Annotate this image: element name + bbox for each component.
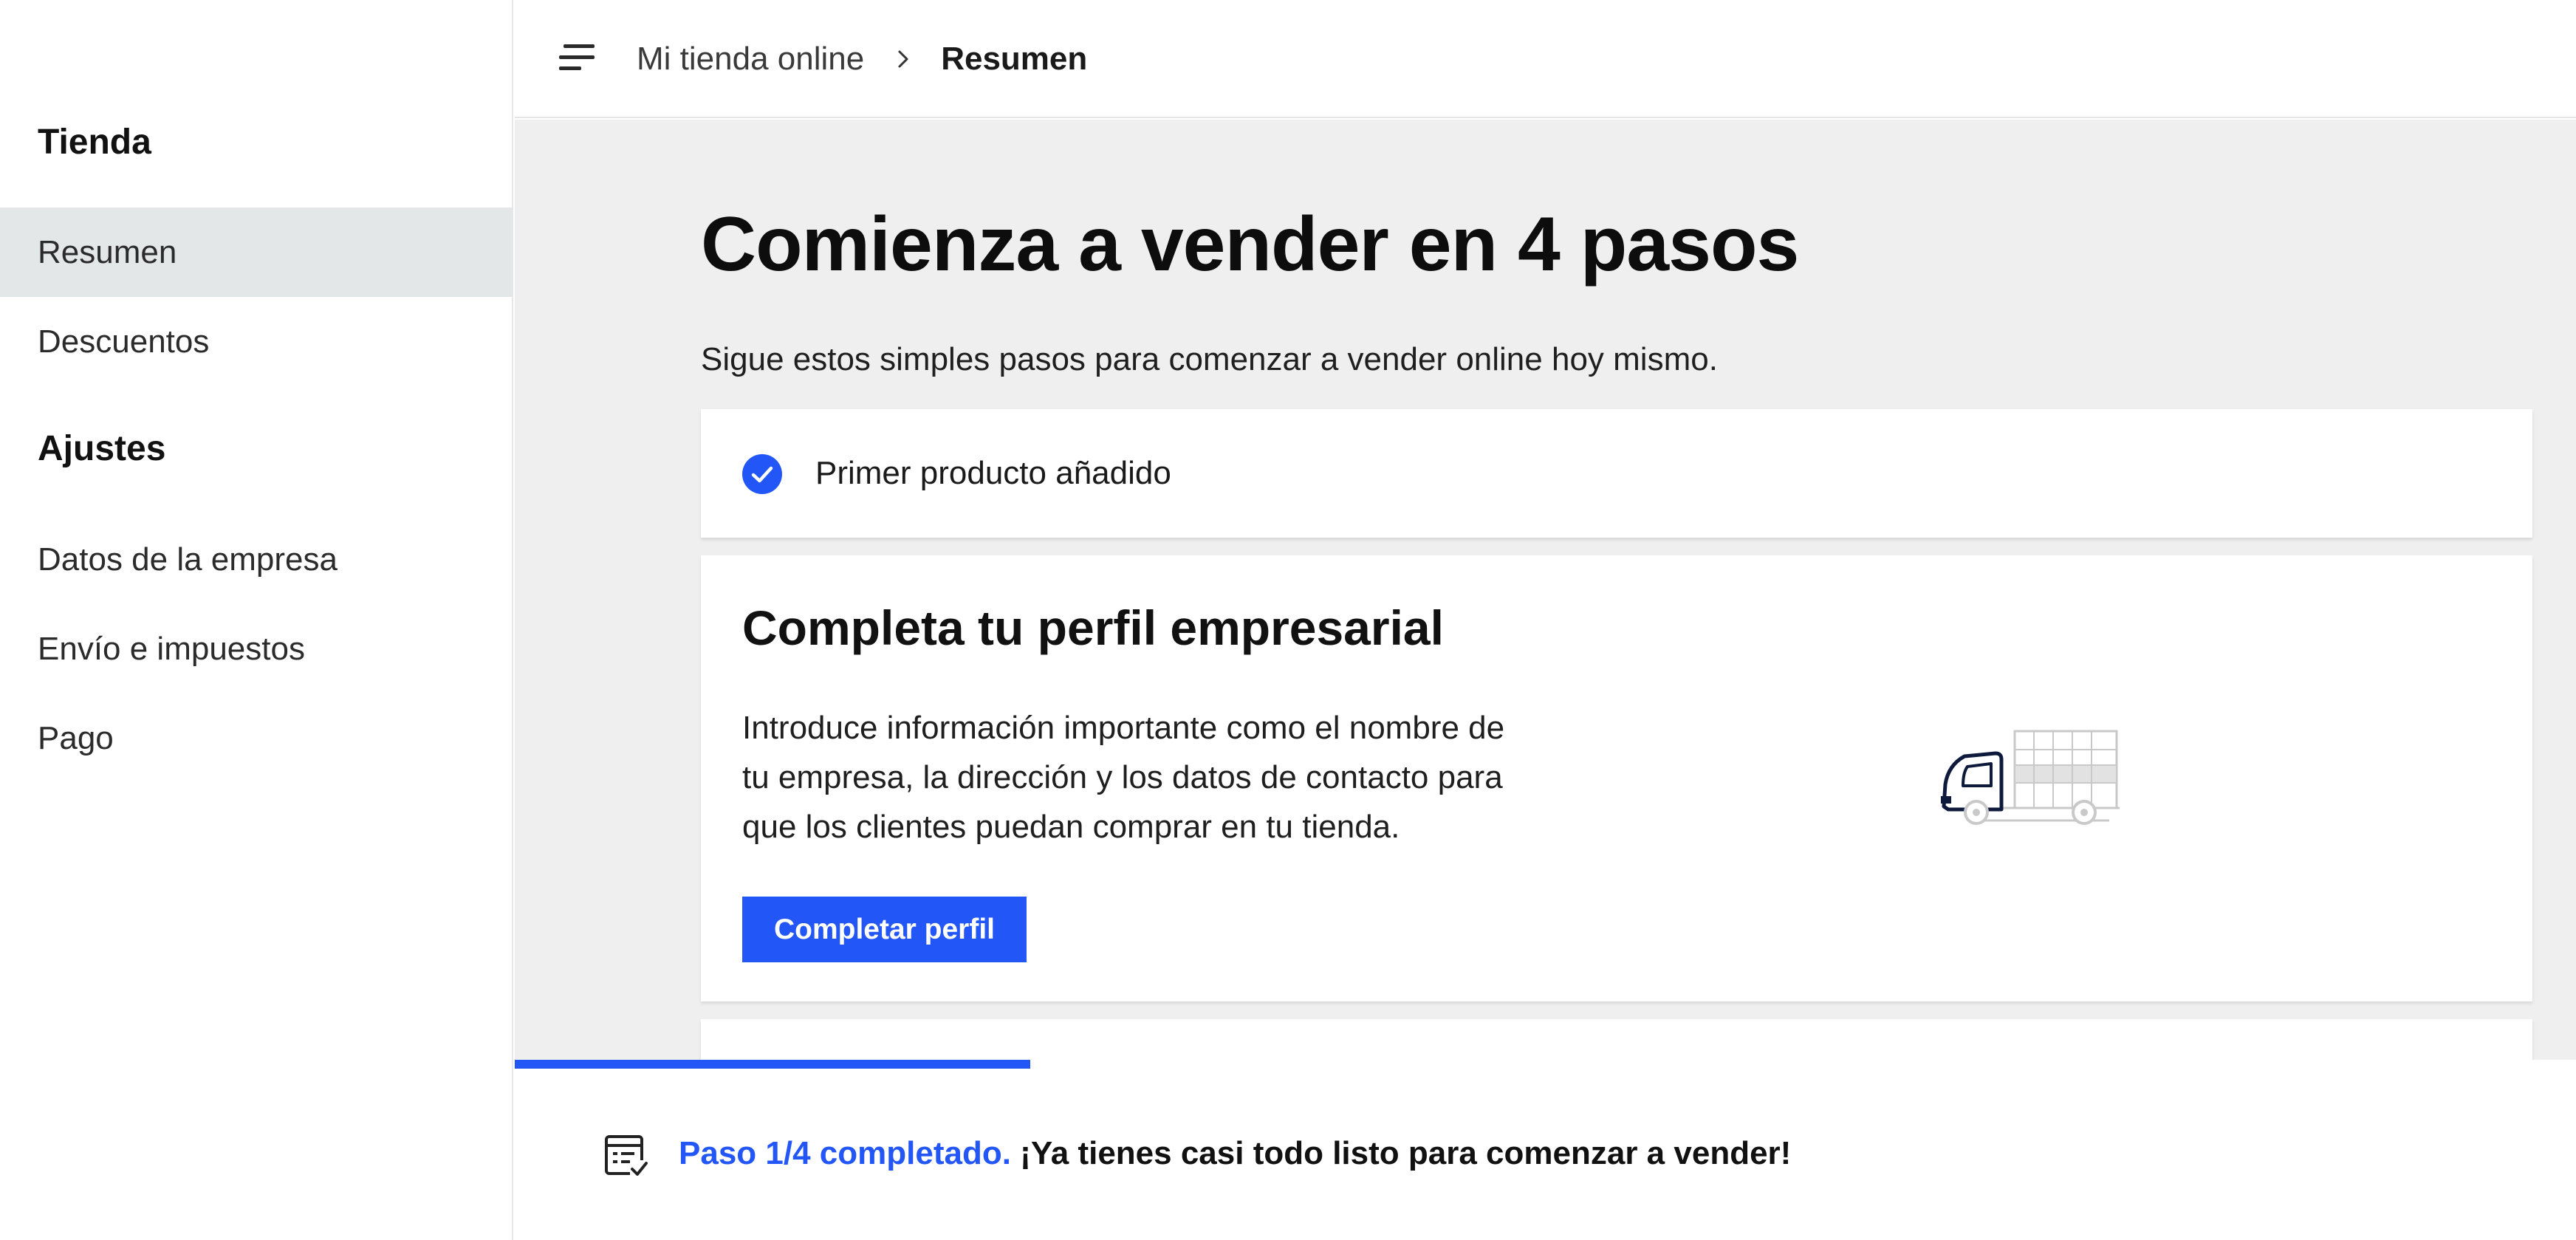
profile-step-card: Completa tu perfil empresarial Introduce… bbox=[701, 555, 2532, 1001]
sidebar: Tienda Resumen Descuentos Ajustes Datos … bbox=[0, 0, 513, 1240]
profile-card-description: Introduce información importante como el… bbox=[742, 703, 1628, 852]
main-content: Comienza a vender en 4 pasos Sigue estos… bbox=[515, 120, 2576, 1060]
progress-step-text: Paso 1/4 completado. bbox=[679, 1135, 1011, 1171]
sidebar-item-pago[interactable]: Pago bbox=[0, 693, 513, 783]
sidebar-item-envio-impuestos[interactable]: Envío e impuestos bbox=[0, 604, 513, 693]
completed-step-label: Primer producto añadido bbox=[815, 455, 1171, 491]
description-line: tu empresa, la dirección y los datos de … bbox=[742, 759, 1503, 795]
checklist-icon bbox=[605, 1135, 649, 1179]
delivery-truck-illustration bbox=[1941, 730, 2120, 825]
progress-message: ¡Ya tienes casi todo listo para comenzar… bbox=[1020, 1135, 1792, 1171]
check-circle-icon bbox=[742, 454, 782, 494]
progress-status: Paso 1/4 completado. ¡Ya tienes casi tod… bbox=[679, 1135, 1791, 1172]
progress-footer: Paso 1/4 completado. ¡Ya tienes casi tod… bbox=[515, 1060, 2576, 1240]
sidebar-section-title-tienda: Tienda bbox=[38, 123, 151, 162]
page-subtitle: Sigue estos simples pasos para comenzar … bbox=[701, 341, 1718, 377]
description-line: que los clientes puedan comprar en tu ti… bbox=[742, 809, 1400, 845]
sidebar-section-title-ajustes: Ajustes bbox=[38, 429, 166, 468]
sidebar-item-label: Resumen bbox=[38, 233, 177, 270]
breadcrumb-link-mi-tienda[interactable]: Mi tienda online bbox=[637, 41, 864, 78]
sidebar-item-datos-empresa[interactable]: Datos de la empresa bbox=[0, 515, 513, 604]
sidebar-item-label: Envío e impuestos bbox=[38, 630, 305, 667]
breadcrumb: Mi tienda online Resumen bbox=[637, 0, 1087, 118]
page-title: Comienza a vender en 4 pasos bbox=[701, 202, 1799, 287]
sidebar-item-label: Datos de la empresa bbox=[38, 541, 338, 578]
sidebar-item-resumen[interactable]: Resumen bbox=[0, 208, 513, 297]
breadcrumb-current: Resumen bbox=[941, 41, 1088, 77]
sidebar-item-descuentos[interactable]: Descuentos bbox=[0, 297, 513, 386]
menu-lines-icon[interactable] bbox=[556, 41, 597, 74]
progress-track bbox=[515, 1060, 2576, 1069]
progress-fill bbox=[515, 1060, 1030, 1069]
description-line: Introduce información importante como el… bbox=[742, 710, 1505, 746]
sidebar-item-label: Descuentos bbox=[38, 323, 210, 360]
completed-step-card[interactable]: Primer producto añadido bbox=[701, 409, 2532, 538]
sidebar-item-label: Pago bbox=[38, 719, 114, 756]
complete-profile-button[interactable]: Completar perfil bbox=[742, 897, 1027, 962]
chevron-right-icon bbox=[898, 50, 908, 68]
profile-card-title: Completa tu perfil empresarial bbox=[742, 600, 1444, 655]
top-header: Mi tienda online Resumen bbox=[515, 0, 2576, 118]
next-step-card bbox=[701, 1019, 2532, 1060]
